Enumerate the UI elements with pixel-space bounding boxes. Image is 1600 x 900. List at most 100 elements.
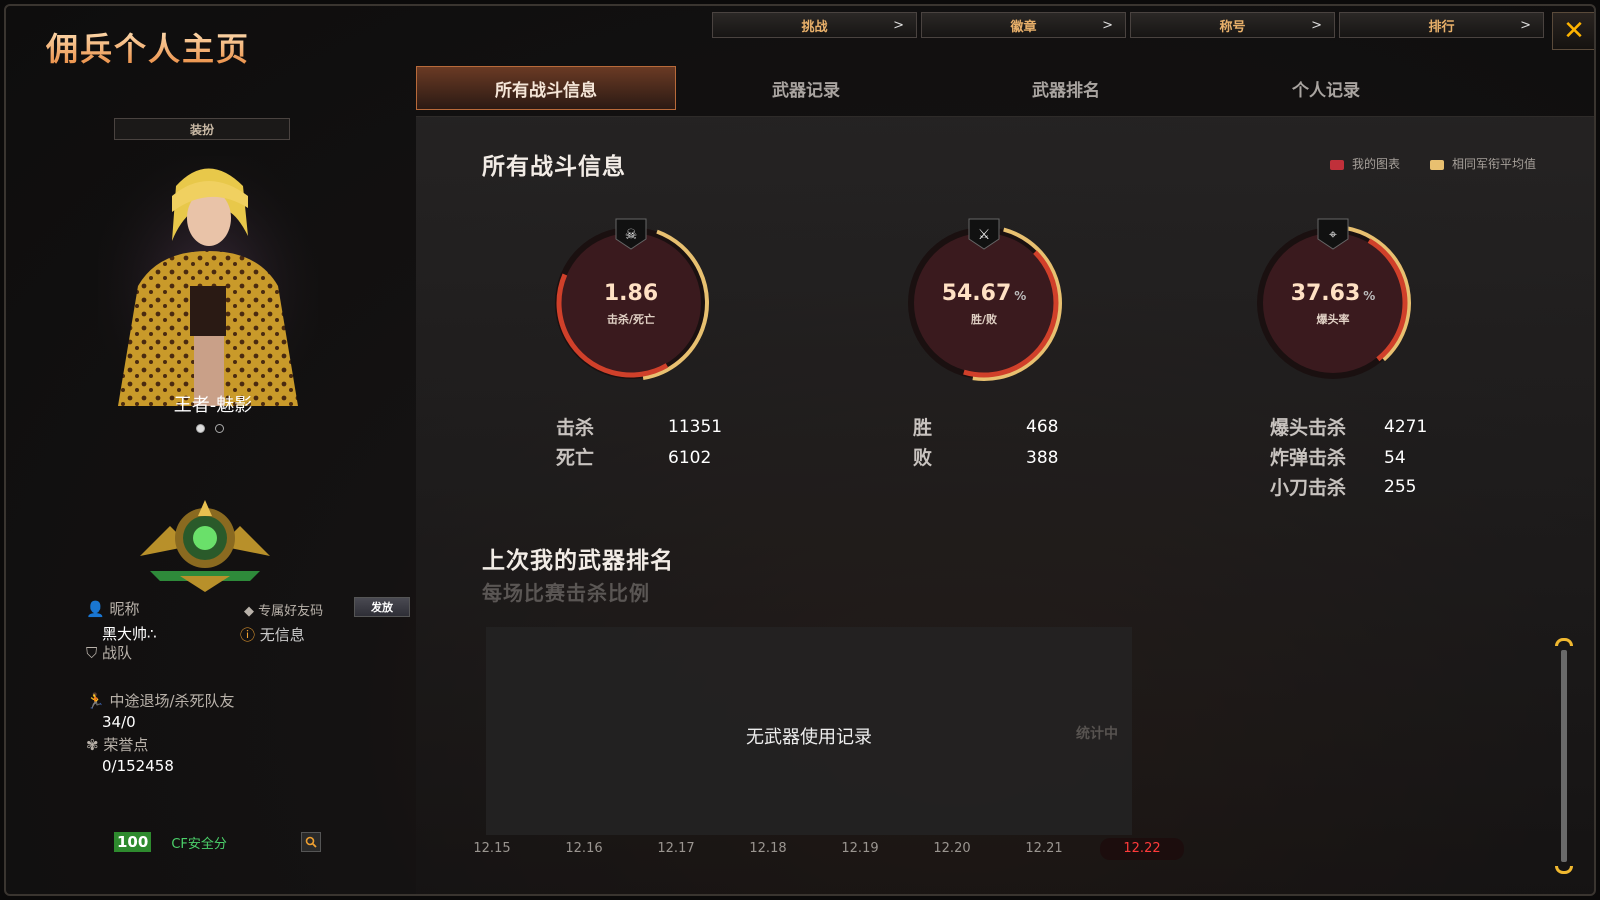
date-item[interactable]: 12.19 bbox=[814, 841, 906, 860]
legend-swatch bbox=[1429, 159, 1444, 170]
nav-badge-button[interactable]: 徽章 > bbox=[921, 12, 1126, 38]
scrollbar[interactable] bbox=[1555, 638, 1573, 874]
headshot-gauge: ⌖ 37.63% 爆头率 bbox=[1248, 213, 1418, 393]
svg-text:⌖: ⌖ bbox=[1329, 227, 1337, 243]
security-bar: 100 CF安全分 bbox=[114, 828, 414, 856]
kills-value: 11351 bbox=[668, 417, 723, 437]
carousel-dot[interactable] bbox=[215, 424, 224, 433]
nav-challenge-button[interactable]: 挑战 > bbox=[712, 12, 917, 38]
app-title: 佣兵个人主页 bbox=[46, 24, 250, 70]
honor-value: 0/152458 bbox=[102, 757, 174, 775]
wins-label: 胜 bbox=[913, 417, 933, 439]
bomb-kills-label: 炸弹击杀 bbox=[1270, 447, 1347, 469]
nav-ranking-label: 排行 bbox=[1428, 19, 1455, 35]
section-title: 所有战斗信息 bbox=[482, 154, 626, 180]
tab-personal-records[interactable]: 个人记录 bbox=[1196, 66, 1456, 110]
question-icon: ⓘ bbox=[240, 626, 256, 644]
deaths-value: 6102 bbox=[668, 448, 712, 468]
tab-weapon-ranking[interactable]: 武器排名 bbox=[936, 66, 1196, 110]
weapon-chart-area: 无武器使用记录 统计中 bbox=[486, 627, 1132, 835]
tab-bar: 所有战斗信息 武器记录 武器排名 个人记录 bbox=[416, 66, 1456, 110]
carousel-dot[interactable] bbox=[196, 424, 205, 433]
chevron-right-icon: > bbox=[1102, 17, 1113, 33]
tab-all-battle-info[interactable]: 所有战斗信息 bbox=[416, 66, 676, 110]
nav-ranking-button[interactable]: 排行 > bbox=[1339, 12, 1544, 38]
weapon-rank-title: 上次我的武器排名 bbox=[482, 548, 674, 574]
shield-icon: ⛉ bbox=[86, 644, 98, 662]
win-rate-gauge: ⚔ 54.67% 胜/败 bbox=[899, 213, 1069, 393]
security-score: 100 bbox=[114, 832, 152, 852]
kd-value: 1.86 bbox=[546, 281, 716, 306]
date-selector: 12.15 12.16 12.17 12.18 12.19 12.20 12.2… bbox=[446, 838, 1184, 860]
nickname-value: 黑大帅∴ bbox=[102, 625, 157, 643]
headshot-kills-value: 4271 bbox=[1384, 417, 1428, 437]
weapon-rank-subtitle: 每场比赛击杀比例 bbox=[482, 581, 650, 605]
team-label-row: ⛉ 战队 bbox=[86, 642, 132, 663]
date-item[interactable]: 12.15 bbox=[446, 841, 538, 860]
bomb-kills-value: 54 bbox=[1384, 448, 1406, 468]
runner-icon: 🏃 bbox=[86, 692, 105, 710]
tab-weapon-records[interactable]: 武器记录 bbox=[676, 66, 936, 110]
leave-label: 中途退场/杀死队友 bbox=[109, 692, 235, 710]
kd-gauge: ☠ 1.86 击杀/死亡 bbox=[546, 213, 716, 393]
main-panel: 所有战斗信息 我的图表 相同军衔平均值 ☠ 1.86 击杀/死亡 ⚔ 54.67… bbox=[416, 116, 1594, 894]
win-rate-value: 54.67% bbox=[899, 281, 1069, 306]
win-rate-caption: 胜/败 bbox=[970, 313, 998, 326]
scroll-track[interactable] bbox=[1561, 650, 1567, 862]
nav-badge-label: 徽章 bbox=[1010, 19, 1037, 35]
legend-label: 相同军衔平均值 bbox=[1451, 157, 1536, 171]
friend-code-value-row: ⓘ 无信息 bbox=[240, 624, 305, 645]
losses-label: 败 bbox=[913, 447, 933, 469]
chevron-right-icon: > bbox=[1311, 17, 1322, 33]
honor-label: 荣誉点 bbox=[103, 736, 149, 754]
laurel-icon: ✾ bbox=[86, 736, 99, 754]
date-item[interactable]: 12.17 bbox=[630, 841, 722, 860]
friend-code-label: 专属好友码 bbox=[258, 604, 324, 619]
search-icon[interactable] bbox=[301, 832, 322, 852]
headshot-value: 37.63% bbox=[1248, 281, 1418, 306]
user-icon: 👤 bbox=[86, 600, 105, 618]
character-name: 王者-魅影 bbox=[173, 395, 253, 416]
date-item[interactable]: 12.18 bbox=[722, 841, 814, 860]
date-item-selected[interactable]: 12.22 bbox=[1100, 838, 1184, 860]
legend-swatch bbox=[1329, 159, 1344, 170]
svg-text:⚔: ⚔ bbox=[978, 227, 991, 243]
character-portrait bbox=[98, 156, 318, 416]
legend-item-mine: 我的图表 bbox=[1329, 155, 1400, 172]
knife-kills-value: 255 bbox=[1384, 477, 1417, 497]
nav-challenge-label: 挑战 bbox=[801, 19, 828, 35]
leave-value: 34/0 bbox=[102, 713, 136, 731]
losses-value: 388 bbox=[1026, 448, 1059, 468]
weapon-empty-message: 无武器使用记录 bbox=[746, 727, 872, 748]
wins-value: 468 bbox=[1026, 417, 1059, 437]
friend-code-value: 无信息 bbox=[259, 626, 305, 644]
friend-code-label-row: ◆ 专属好友码 bbox=[244, 600, 323, 619]
date-item[interactable]: 12.21 bbox=[998, 841, 1090, 860]
win-rate-number: 54.67 bbox=[941, 281, 1012, 306]
close-button[interactable]: ✕ bbox=[1552, 12, 1594, 50]
scroll-up-cap[interactable] bbox=[1555, 638, 1573, 646]
legend-item-average: 相同军衔平均值 bbox=[1429, 155, 1536, 172]
honor-label-row: ✾ 荣誉点 bbox=[86, 734, 148, 755]
tag-icon: ◆ bbox=[244, 604, 254, 619]
headshot-caption: 爆头率 bbox=[1316, 313, 1350, 326]
headshot-number: 37.63 bbox=[1290, 281, 1361, 306]
weapon-counting-label: 统计中 bbox=[1076, 726, 1118, 742]
legend-label: 我的图表 bbox=[1351, 157, 1400, 171]
nav-title-button[interactable]: 称号 > bbox=[1130, 12, 1335, 38]
send-friend-code-button[interactable]: 发放 bbox=[354, 597, 410, 617]
profile-sidebar: 装扮 王者-魅影 👤 昵称 ◆ 专属好友码 发放 黑大帅∴ ⓘ 无信息 ⛉ 战队… bbox=[18, 106, 410, 894]
headshot-kills-label: 爆头击杀 bbox=[1270, 417, 1347, 439]
top-nav: 挑战 > 徽章 > 称号 > 排行 > bbox=[712, 12, 1544, 38]
rank-badge-icon bbox=[140, 500, 270, 592]
nav-title-label: 称号 bbox=[1219, 19, 1246, 35]
headshot-unit: % bbox=[1363, 289, 1376, 303]
date-item[interactable]: 12.16 bbox=[538, 841, 630, 860]
outfit-button[interactable]: 装扮 bbox=[114, 118, 290, 140]
kd-number: 1.86 bbox=[603, 281, 659, 306]
carousel-dots bbox=[196, 424, 224, 433]
date-item[interactable]: 12.20 bbox=[906, 841, 998, 860]
knife-kills-label: 小刀击杀 bbox=[1270, 477, 1347, 499]
security-label: CF安全分 bbox=[171, 836, 227, 852]
kd-caption: 击杀/死亡 bbox=[606, 313, 656, 326]
